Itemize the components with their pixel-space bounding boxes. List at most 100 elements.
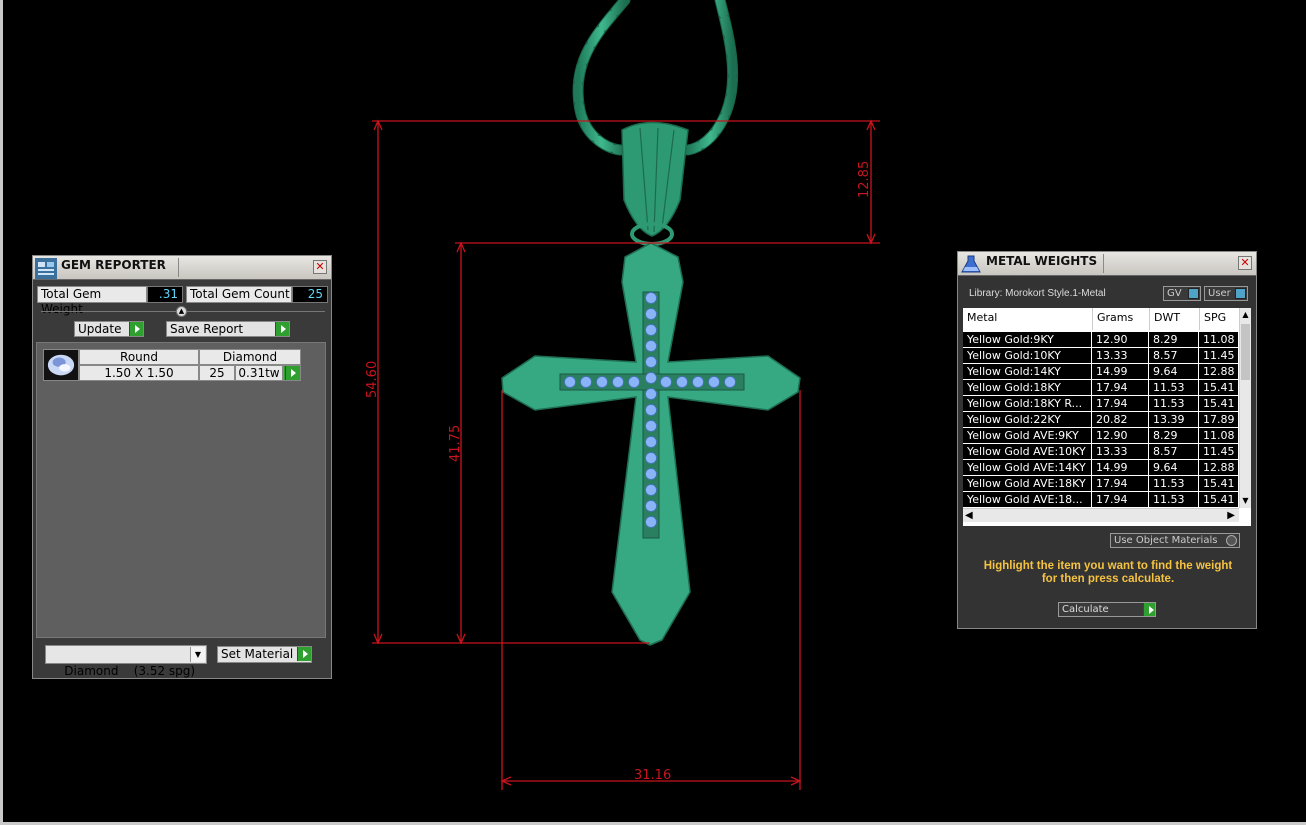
dwt-cell: 11.53: [1149, 396, 1199, 412]
scroll-up-icon[interactable]: ▲: [1240, 308, 1251, 322]
gem-shape-cell: Round: [79, 349, 199, 365]
gem-stone: [580, 376, 592, 388]
spg-cell: 11.45: [1199, 348, 1239, 364]
gem-stone: [645, 340, 657, 352]
col-header-spg[interactable]: SPG: [1199, 308, 1239, 330]
table-row[interactable]: Yellow Gold AVE:18... 17.94 11.53 15.41: [963, 492, 1251, 508]
title-divider: [178, 258, 179, 277]
scroll-thumb[interactable]: [1241, 324, 1250, 380]
col-header-metal[interactable]: Metal: [963, 308, 1092, 330]
grams-cell: 17.94: [1092, 492, 1149, 508]
use-object-materials-radio: [1226, 535, 1237, 546]
dim-bail-height: 12.85: [857, 161, 872, 198]
update-arrow-icon: [129, 322, 143, 336]
calculate-hint: Highlight the item you want to find the …: [983, 560, 1233, 585]
dwt-cell: 9.64: [1149, 460, 1199, 476]
set-material-arrow-icon: [297, 647, 311, 661]
set-material-button[interactable]: Set Material: [217, 646, 312, 663]
gem-stone: [645, 436, 657, 448]
user-toggle[interactable]: User: [1204, 286, 1248, 301]
metal-name-cell: Yellow Gold:22KY: [963, 412, 1092, 428]
table-header-row: Metal Grams DWT SPG: [963, 308, 1251, 330]
material-select[interactable]: Diamond (3.52 spg) ▼: [45, 645, 207, 678]
dwt-cell: 8.29: [1149, 332, 1199, 348]
scroll-right-icon[interactable]: ▶: [1227, 509, 1235, 523]
gem-shape-thumbnail[interactable]: [43, 349, 79, 381]
table-row[interactable]: Yellow Gold:18KY R... 17.94 11.53 15.41: [963, 396, 1251, 412]
col-header-grams[interactable]: Grams: [1092, 308, 1149, 330]
col-header-dwt[interactable]: DWT: [1149, 308, 1199, 330]
table-row[interactable]: Yellow Gold:10KY 13.33 8.57 11.45: [963, 348, 1251, 364]
use-object-materials-label: Use Object Materials: [1114, 535, 1218, 546]
metal-name-cell: Yellow Gold:9KY: [963, 332, 1092, 348]
gv-toggle[interactable]: GV: [1163, 286, 1201, 301]
metal-name-cell: Yellow Gold:18KY: [963, 380, 1092, 396]
table-row[interactable]: Yellow Gold AVE:10KY 13.33 8.57 11.45: [963, 444, 1251, 460]
dwt-cell: 8.57: [1149, 444, 1199, 460]
dwt-cell: 8.29: [1149, 428, 1199, 444]
table-row[interactable]: Yellow Gold AVE:18KY 17.94 11.53 15.41: [963, 476, 1251, 492]
table-row[interactable]: Yellow Gold AVE:14KY 14.99 9.64 12.88: [963, 460, 1251, 476]
metal-weights-titlebar[interactable]: METAL WEIGHTS ✕: [958, 252, 1256, 276]
metal-weights-close-icon[interactable]: ✕: [1238, 256, 1252, 270]
grams-cell: 17.94: [1092, 396, 1149, 412]
gv-toggle-indicator: [1188, 288, 1199, 299]
spg-cell: 15.41: [1199, 380, 1239, 396]
metal-weights-table[interactable]: Metal Grams DWT SPG Yellow Gold:9KY 12.90…: [963, 308, 1251, 526]
total-gem-weight-label: Total Gem Weight: [37, 286, 147, 316]
use-object-materials-toggle[interactable]: Use Object Materials: [1110, 533, 1240, 548]
gem-stone: [645, 308, 657, 320]
grams-cell: 12.90: [1092, 428, 1149, 444]
table-row[interactable]: Yellow Gold AVE:9KY 12.90 8.29 11.08: [963, 428, 1251, 444]
horizontal-scrollbar[interactable]: ◀ ▶: [963, 508, 1239, 522]
gem-stone: [645, 468, 657, 480]
gem-row-go-button[interactable]: [283, 365, 301, 381]
gem-count-cell: 25: [199, 365, 235, 381]
gv-label: GV: [1167, 288, 1182, 299]
dim-overall-height: 54.60: [365, 361, 380, 398]
grams-cell: 17.94: [1092, 380, 1149, 396]
save-report-arrow-icon: [275, 322, 289, 336]
metal-name-cell: Yellow Gold AVE:14KY: [963, 460, 1092, 476]
gem-stone: [708, 376, 720, 388]
vertical-scrollbar[interactable]: ▲ ▼: [1239, 308, 1251, 508]
gem-reporter-panel: GEM REPORTER ✕ Total Gem Weight .31 Tota…: [32, 255, 332, 679]
scroll-left-icon[interactable]: ◀: [965, 509, 973, 523]
gem-stones: [564, 292, 736, 528]
round-diamond-icon: [47, 354, 75, 376]
update-button[interactable]: Update: [74, 321, 144, 337]
dwt-cell: 13.39: [1149, 412, 1199, 428]
spg-cell: 15.41: [1199, 396, 1239, 412]
table-row[interactable]: Yellow Gold:9KY 12.90 8.29 11.08: [963, 332, 1251, 348]
total-gem-count-label: Total Gem Count: [186, 286, 292, 303]
splitter-knob-icon[interactable]: ▲: [176, 306, 187, 317]
gem-stone: [628, 376, 640, 388]
grams-cell: 13.33: [1092, 348, 1149, 364]
metal-name-cell: Yellow Gold AVE:10KY: [963, 444, 1092, 460]
total-gem-count-value: 25: [292, 286, 328, 303]
gem-stone: [645, 500, 657, 512]
gem-reporter-close-icon[interactable]: ✕: [313, 260, 327, 274]
metal-name-cell: Yellow Gold AVE:18...: [963, 492, 1092, 508]
grams-cell: 13.33: [1092, 444, 1149, 460]
spg-cell: 11.08: [1199, 332, 1239, 348]
table-row[interactable]: Yellow Gold:22KY 20.82 13.39 17.89: [963, 412, 1251, 428]
calculate-arrow-icon: [1143, 603, 1155, 616]
spg-cell: 12.88: [1199, 364, 1239, 380]
spg-cell: 17.89: [1199, 412, 1239, 428]
dropdown-arrow-icon[interactable]: ▼: [190, 647, 205, 662]
scroll-down-icon[interactable]: ▼: [1240, 494, 1251, 508]
dwt-cell: 8.57: [1149, 348, 1199, 364]
gem-reporter-titlebar[interactable]: GEM REPORTER ✕: [33, 256, 331, 280]
save-report-button[interactable]: Save Report: [166, 321, 290, 337]
gem-stone: [645, 420, 657, 432]
gem-stone: [645, 388, 657, 400]
spg-cell: 11.45: [1199, 444, 1239, 460]
dim-cross-width: 31.16: [634, 768, 671, 783]
set-material-label: Set Material: [221, 647, 294, 661]
table-row[interactable]: Yellow Gold:14KY 14.99 9.64 12.88: [963, 364, 1251, 380]
gem-list-area[interactable]: Round Diamond 1.50 X 1.50 25 0.31tw: [36, 342, 326, 638]
table-row[interactable]: Yellow Gold:18KY 17.94 11.53 15.41: [963, 380, 1251, 396]
dwt-cell: 9.64: [1149, 364, 1199, 380]
calculate-button[interactable]: Calculate: [1058, 602, 1156, 617]
